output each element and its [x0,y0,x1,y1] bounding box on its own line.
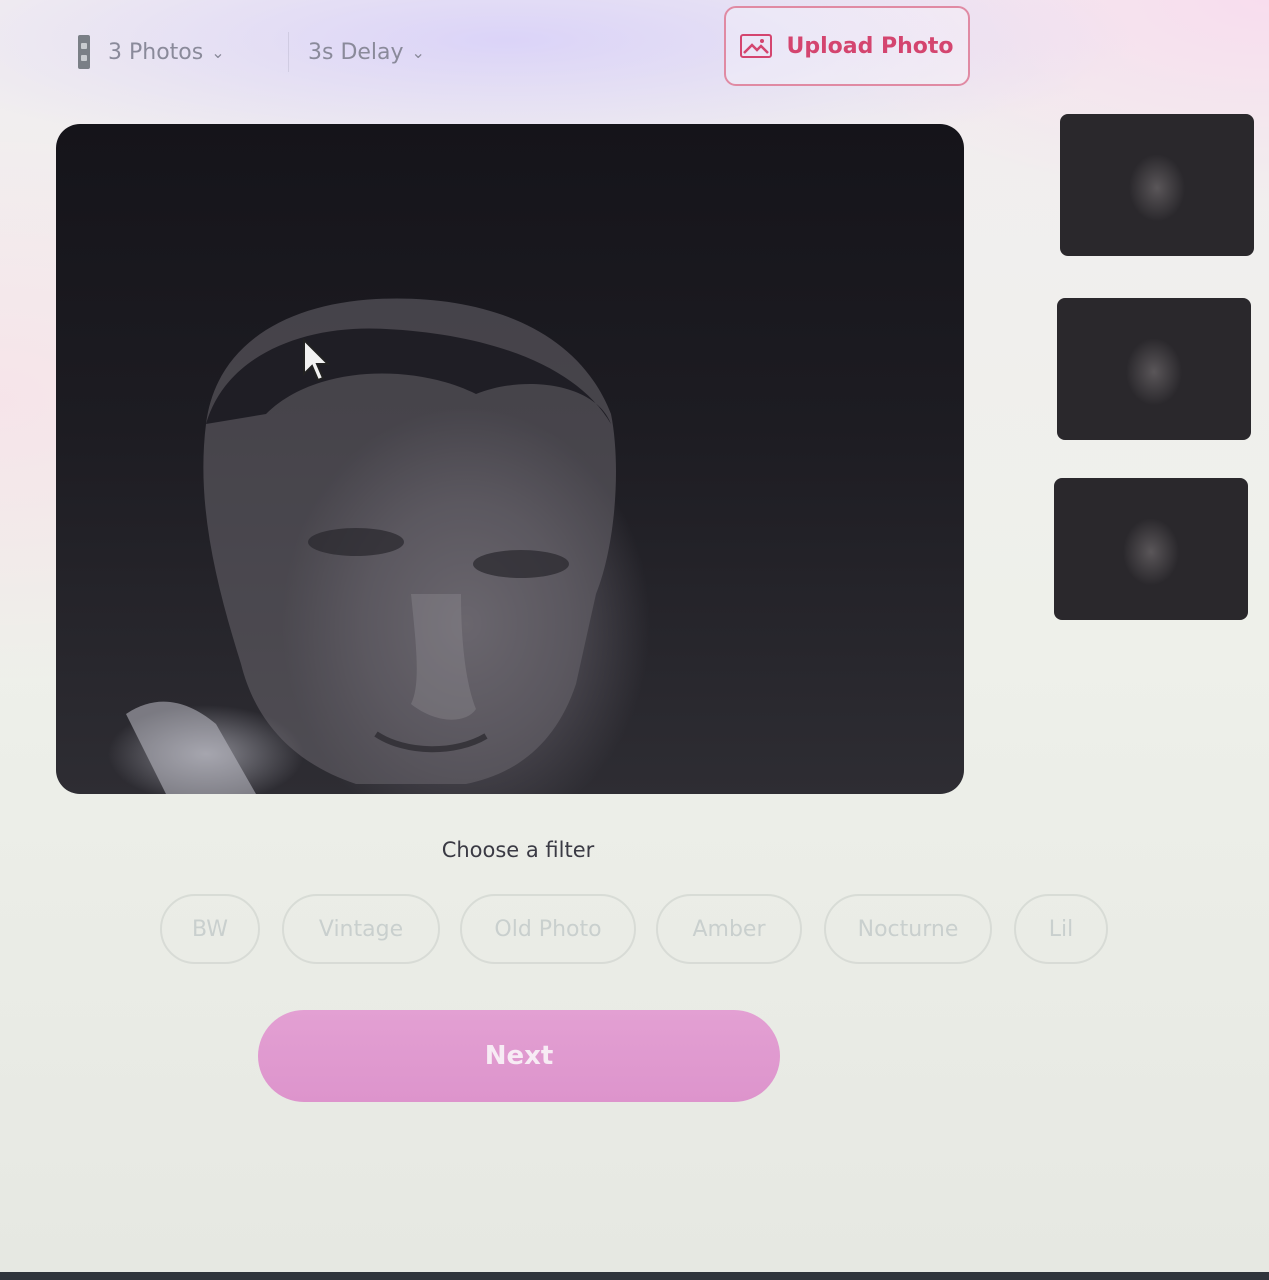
toolbar-divider [288,32,289,72]
film-strip-icon [78,35,90,69]
next-button[interactable]: Next [258,1010,780,1102]
filter-vintage[interactable]: Vintage [282,894,440,964]
delay-dropdown[interactable]: 3s Delay ⌄ [308,32,425,72]
photo-thumbnail[interactable] [1054,478,1248,620]
delay-label: 3s Delay [308,39,404,65]
filter-nocturne[interactable]: Nocturne [824,894,992,964]
mouse-pointer-icon [303,338,331,382]
person-silhouette [126,298,616,794]
upload-photo-button[interactable]: Upload Photo [724,6,970,86]
filter-bw[interactable]: BW [160,894,260,964]
camera-preview [56,124,964,794]
upload-photo-label: Upload Photo [786,33,954,59]
chevron-down-icon: ⌄ [211,42,225,62]
chevron-down-icon: ⌄ [411,42,425,62]
photo-thumbnail[interactable] [1060,114,1254,256]
toolbar: 3 Photos ⌄ 3s Delay ⌄ Upload Photo [0,0,1269,100]
screen-bezel [0,1272,1269,1280]
photo-count-label: 3 Photos [108,39,204,65]
filter-lil[interactable]: Lil [1014,894,1108,964]
filter-amber[interactable]: Amber [656,894,802,964]
image-icon [740,34,773,58]
filter-section-title: Choose a filter [441,838,595,862]
photo-thumbnail[interactable] [1057,298,1251,440]
filter-old-photo[interactable]: Old Photo [460,894,636,964]
photo-count-dropdown[interactable]: 3 Photos ⌄ [78,32,225,72]
